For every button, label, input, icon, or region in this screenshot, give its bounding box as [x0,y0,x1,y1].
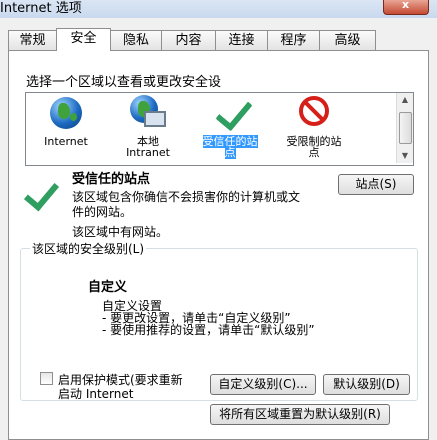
zone-local-intranet[interactable]: 本地 Intranet [110,95,186,158]
zone-list[interactable]: Internet 本地 Intranet 受信任的站 点 受限制的站 点 ▲ ▼ [25,92,414,166]
security-level-line3: - 要使用推荐的设置，请单击“默认级别” [102,323,315,337]
zone-has-sites-text: 该区域中有网站。 [72,225,169,239]
tab-security[interactable]: 安全 [56,28,111,51]
tab-privacy[interactable]: 隐私 [110,30,162,50]
zone-label: Internet [44,135,88,148]
custom-level-button[interactable]: 自定义级别(C)... [210,374,316,395]
security-level-legend: 该区域的安全级别(L) [30,240,147,257]
zone-internet[interactable]: Internet [28,95,104,147]
checkmark-icon [212,92,253,132]
zone-restricted-sites[interactable]: 受限制的站 点 [276,95,352,158]
tab-advanced[interactable]: 高级 [319,30,376,50]
tab-general[interactable]: 常规 [8,30,57,50]
default-level-button[interactable]: 默认级别(D) [323,374,410,395]
zone-title: 受信任的站点 [72,172,151,187]
globe-icon [48,95,84,131]
zone-prompt: 选择一个区域以查看或更改安全设 [26,75,222,90]
protected-mode-checkbox[interactable] [40,372,53,385]
reset-all-zones-button[interactable]: 将所有区域重置为默认级别(R) [210,404,390,425]
window-title: Internet 选项 [0,1,82,16]
tab-connections[interactable]: 连接 [215,30,268,50]
zone-scrollbar[interactable]: ▲ ▼ [396,93,413,163]
protected-mode-label-line2: 启动 Internet [58,387,134,401]
zone-trusted-sites[interactable]: 受信任的站 点 [192,92,268,159]
zone-label: 受限制的站 点 [286,135,342,159]
scroll-up-icon[interactable]: ▲ [397,93,413,107]
zone-label: 本地 Intranet [126,135,170,159]
tab-programs[interactable]: 程序 [267,30,320,50]
security-level-heading: 自定义 [88,280,128,295]
zone-description-line2: 件的网站。 [72,205,133,219]
scroll-thumb[interactable] [399,112,412,144]
scroll-down-icon[interactable]: ▼ [397,149,413,163]
zone-label: 受信任的站 点 [202,135,258,159]
local-intranet-icon [130,95,166,131]
sites-button[interactable]: 站点(S) [338,174,414,195]
close-button[interactable] [383,0,429,15]
tab-content[interactable]: 内容 [161,30,216,50]
title-bar: Internet 选项 [0,0,437,18]
restricted-icon [296,95,332,131]
